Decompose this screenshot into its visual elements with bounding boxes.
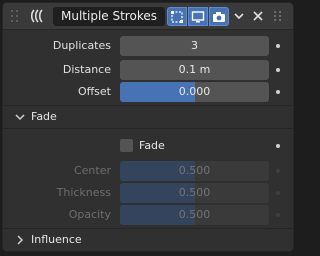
edit-mode-icon bbox=[171, 10, 183, 23]
modifier-name-field[interactable]: Multiple Strokes bbox=[53, 7, 165, 26]
modifier-panel: Multiple Strokes Duplicates 3 Distance 0… bbox=[2, 2, 294, 252]
edit-mode-toggle[interactable] bbox=[167, 7, 187, 26]
modifier-header: Multiple Strokes bbox=[3, 3, 293, 30]
chevron-right-icon bbox=[17, 235, 24, 245]
chevron-down-icon bbox=[15, 114, 25, 121]
influence-section-title: Influence bbox=[31, 233, 82, 246]
distance-label: Distance bbox=[62, 63, 111, 76]
keyframe-dot-icon[interactable] bbox=[276, 169, 280, 173]
fade-checkbox[interactable] bbox=[120, 139, 133, 152]
thickness-slider[interactable]: 0.500 bbox=[120, 183, 269, 203]
offset-row: Offset 0.000 bbox=[3, 82, 293, 102]
fade-section-title: Fade bbox=[31, 110, 57, 123]
multiple-strokes-icon bbox=[30, 9, 43, 23]
opacity-row: Opacity 0.500 bbox=[3, 205, 293, 225]
offset-label: Offset bbox=[77, 85, 111, 98]
close-icon[interactable] bbox=[251, 9, 265, 23]
thickness-row: Thickness 0.500 bbox=[3, 183, 293, 203]
influence-section-header[interactable]: Influence bbox=[3, 229, 293, 251]
divider bbox=[3, 128, 293, 129]
fade-checkbox-label: Fade bbox=[139, 139, 165, 152]
drag-handle-icon[interactable] bbox=[273, 10, 283, 22]
opacity-label: Opacity bbox=[68, 208, 111, 221]
keyframe-dot-icon[interactable] bbox=[276, 44, 280, 48]
fade-checkbox-row: Fade bbox=[3, 136, 293, 156]
opacity-value: 0.500 bbox=[178, 208, 211, 221]
keyframe-dot-icon[interactable] bbox=[276, 213, 280, 217]
thickness-label: Thickness bbox=[56, 186, 111, 199]
render-toggle[interactable] bbox=[209, 7, 229, 26]
duplicates-row: Duplicates 3 bbox=[3, 36, 293, 56]
center-label: Center bbox=[73, 164, 111, 177]
keyframe-dot-icon[interactable] bbox=[276, 90, 280, 94]
chevron-down-icon[interactable] bbox=[232, 9, 246, 23]
opacity-slider[interactable]: 0.500 bbox=[120, 205, 269, 225]
offset-value: 0.000 bbox=[178, 85, 211, 98]
thickness-value: 0.500 bbox=[178, 186, 211, 199]
duplicates-field[interactable]: 3 bbox=[120, 36, 269, 56]
distance-row: Distance 0.1 m bbox=[3, 60, 293, 80]
distance-field[interactable]: 0.1 m bbox=[120, 60, 269, 80]
grip-icon[interactable] bbox=[9, 8, 21, 24]
center-slider[interactable]: 0.500 bbox=[120, 161, 269, 181]
render-icon bbox=[213, 11, 225, 22]
viewport-icon bbox=[191, 10, 205, 22]
center-value: 0.500 bbox=[178, 164, 211, 177]
viewport-toggle[interactable] bbox=[188, 7, 208, 26]
offset-slider[interactable]: 0.000 bbox=[120, 82, 269, 102]
keyframe-dot-icon[interactable] bbox=[276, 68, 280, 72]
duplicates-label: Duplicates bbox=[52, 39, 111, 52]
keyframe-dot-icon[interactable] bbox=[276, 144, 280, 148]
keyframe-dot-icon[interactable] bbox=[276, 191, 280, 195]
fade-section-header[interactable]: Fade bbox=[3, 106, 293, 128]
center-row: Center 0.500 bbox=[3, 161, 293, 181]
